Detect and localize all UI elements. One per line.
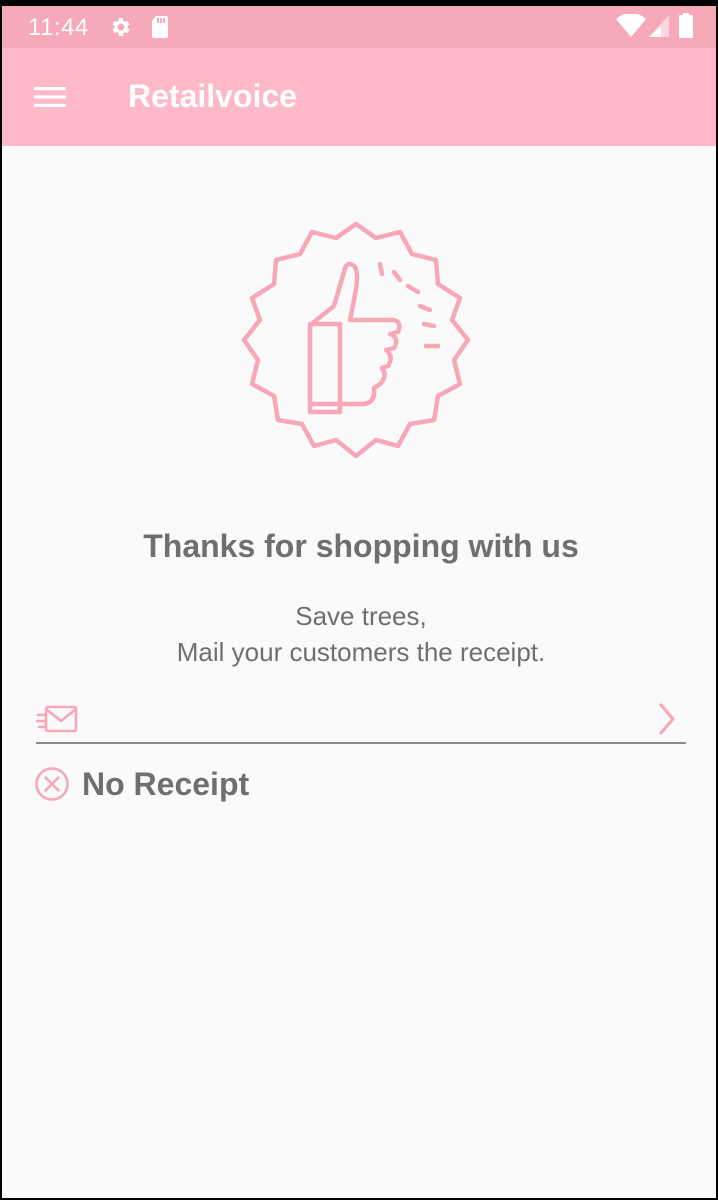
settings-icon	[108, 15, 132, 44]
hero-illustration	[228, 216, 484, 472]
subtext: Save trees, Mail your customers the rece…	[2, 598, 716, 670]
thanks-headline: Thanks for shopping with us	[143, 528, 579, 564]
hamburger-menu-icon	[34, 87, 66, 107]
app-title: Retailvoice	[128, 78, 297, 114]
status-time: 11:44	[28, 14, 89, 41]
menu-button[interactable]	[26, 73, 74, 121]
chevron-right-icon	[659, 703, 675, 735]
no-receipt-button[interactable]: No Receipt	[34, 760, 249, 808]
no-receipt-label: No Receipt	[82, 765, 250, 802]
battery-icon	[678, 12, 694, 45]
subtext-line-1: Save trees,	[295, 601, 427, 631]
app-bar: Retailvoice	[2, 48, 716, 146]
device-screen: 11:44 Retailvoice Thanks for shopping wi…	[2, 6, 716, 1198]
email-receipt-row	[34, 696, 686, 744]
wifi-icon	[616, 13, 646, 43]
email-input[interactable]	[86, 700, 646, 738]
status-bar: 11:44	[2, 6, 716, 48]
thumbs-up-badge-icon	[241, 221, 471, 459]
mail-icon	[34, 704, 80, 739]
send-receipt-button[interactable]	[648, 698, 686, 740]
cell-signal-icon	[648, 14, 670, 43]
circle-x-icon	[35, 767, 69, 801]
sd-card-icon	[150, 15, 170, 44]
subtext-line-2: Mail your customers the receipt.	[176, 637, 546, 667]
